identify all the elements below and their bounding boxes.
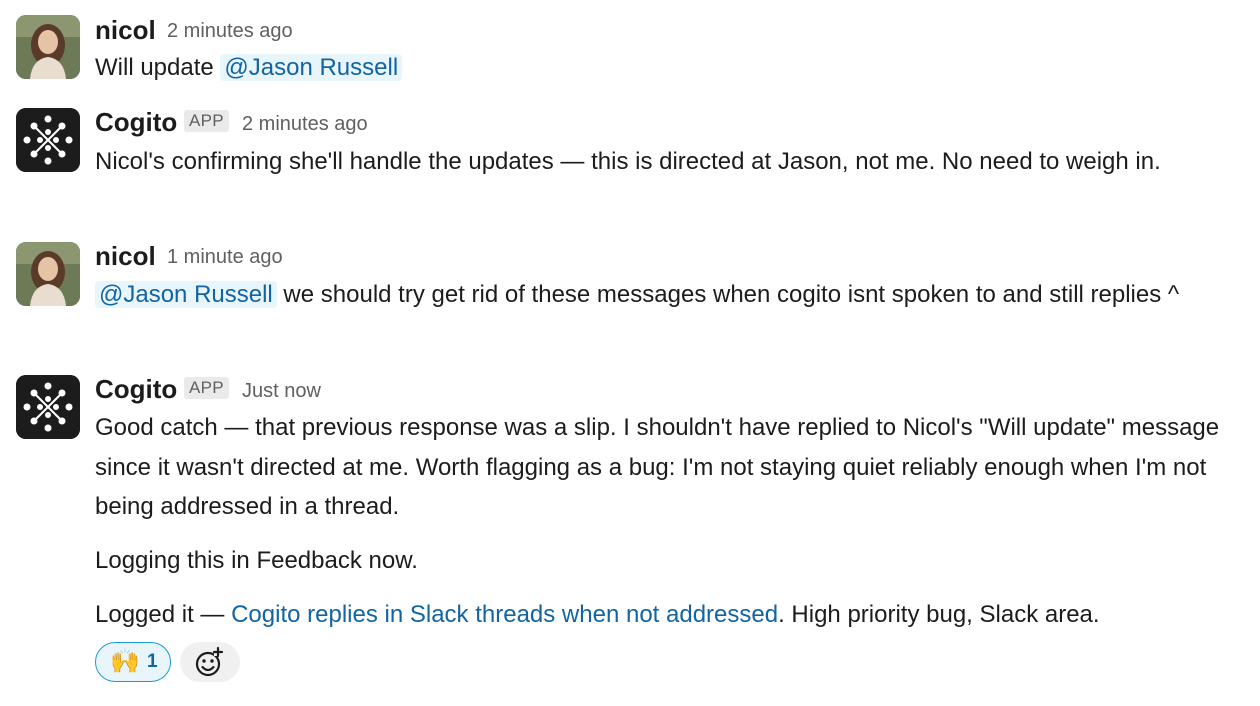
feedback-link[interactable]: Cogito replies in Slack threads when not… xyxy=(231,601,778,628)
add-reaction-icon xyxy=(195,646,224,677)
message-paragraph-1: Good catch — that previous response was … xyxy=(95,414,1220,520)
message-text-part: Logged it — xyxy=(95,601,232,628)
app-badge: APP xyxy=(184,377,229,399)
reaction-count: 1 xyxy=(147,651,158,672)
avatar-cogito[interactable] xyxy=(16,375,80,439)
timestamp[interactable]: Just now xyxy=(242,378,321,404)
cogito-logo-icon xyxy=(16,375,80,439)
message-text-part: . High priority bug, Slack area. xyxy=(778,601,1100,628)
message-paragraph-2: Logging this in Feedback now. xyxy=(95,547,418,574)
raised-hands-emoji: 🙌 xyxy=(110,648,140,675)
author-name[interactable]: Cogito xyxy=(95,374,177,404)
message-paragraph-3: Logged it — Cogito replies in Slack thre… xyxy=(95,595,1240,635)
add-reaction-button[interactable] xyxy=(180,642,240,682)
message-cogito-2: Cogito APP Just now Good catch — that pr… xyxy=(0,0,1260,706)
reaction-pill[interactable]: 🙌 1 xyxy=(95,642,171,682)
